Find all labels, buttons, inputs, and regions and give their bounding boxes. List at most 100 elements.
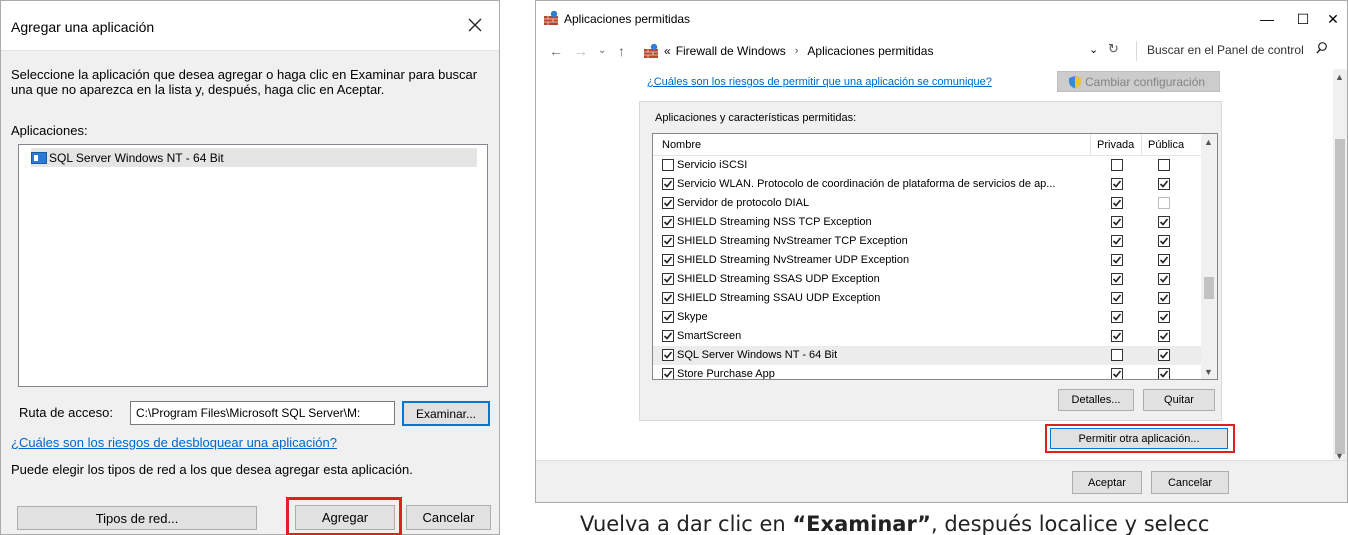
public-checkbox[interactable] bbox=[1158, 254, 1170, 266]
breadcrumb-firewall[interactable]: Firewall de Windows bbox=[676, 44, 786, 58]
enabled-checkbox[interactable] bbox=[662, 216, 674, 228]
private-checkbox[interactable] bbox=[1111, 368, 1123, 379]
enabled-checkbox[interactable] bbox=[662, 292, 674, 304]
ok-button[interactable]: Aceptar bbox=[1072, 471, 1142, 494]
public-checkbox[interactable] bbox=[1158, 349, 1170, 361]
private-checkbox[interactable] bbox=[1111, 254, 1123, 266]
public-checkbox[interactable] bbox=[1158, 216, 1170, 228]
scroll-up-icon[interactable]: ▲ bbox=[1204, 137, 1213, 147]
up-icon[interactable]: ↑ bbox=[618, 43, 625, 59]
breadcrumb-separator: › bbox=[794, 45, 799, 57]
enabled-checkbox[interactable] bbox=[662, 349, 674, 361]
column-name-header[interactable]: Nombre bbox=[662, 139, 701, 151]
enabled-checkbox[interactable] bbox=[662, 330, 674, 342]
cancel-button[interactable]: Cancelar bbox=[1151, 471, 1229, 494]
forward-icon[interactable]: → bbox=[574, 43, 588, 59]
table-row[interactable]: Store Purchase App bbox=[653, 365, 1203, 379]
address-dropdown-icon[interactable]: ⌄ bbox=[1089, 43, 1098, 56]
enabled-checkbox[interactable] bbox=[662, 197, 674, 209]
table-row[interactable]: SHIELD Streaming NvStreamer UDP Exceptio… bbox=[653, 251, 1203, 270]
table-row[interactable]: SHIELD Streaming NSS TCP Exception bbox=[653, 213, 1203, 232]
public-checkbox[interactable] bbox=[1158, 330, 1170, 342]
public-checkbox[interactable] bbox=[1158, 292, 1170, 304]
search-input[interactable]: Buscar en el Panel de control bbox=[1136, 41, 1336, 61]
change-settings-button[interactable]: Cambiar configuración bbox=[1057, 71, 1220, 92]
private-checkbox[interactable] bbox=[1111, 159, 1123, 171]
private-checkbox[interactable] bbox=[1111, 330, 1123, 342]
column-private-header[interactable]: Privada bbox=[1097, 139, 1134, 151]
add-button[interactable]: Agregar bbox=[295, 505, 395, 530]
breadcrumb-allowed-apps[interactable]: Aplicaciones permitidas bbox=[807, 44, 933, 58]
network-types-button[interactable]: Tipos de red... bbox=[17, 506, 257, 530]
close-window-icon[interactable]: ✕ bbox=[1323, 9, 1343, 29]
enabled-checkbox[interactable] bbox=[662, 178, 674, 190]
cancel-button[interactable]: Cancelar bbox=[406, 505, 491, 530]
apps-label: Aplicaciones: bbox=[11, 123, 88, 138]
table-row[interactable]: Servidor de protocolo DIAL bbox=[653, 194, 1203, 213]
private-checkbox[interactable] bbox=[1111, 349, 1123, 361]
dialog-instructions: Seleccione la aplicación que desea agreg… bbox=[11, 67, 478, 97]
table-row[interactable]: SQL Server Windows NT - 64 Bit bbox=[653, 346, 1203, 365]
table-row[interactable]: Servicio WLAN. Protocolo de coordinación… bbox=[653, 175, 1203, 194]
allowed-apps-window: Aplicaciones permitidas — ☐ ✕ ← → ⌄ ↑ « … bbox=[535, 0, 1348, 503]
public-checkbox[interactable] bbox=[1158, 235, 1170, 247]
public-checkbox[interactable] bbox=[1158, 368, 1170, 379]
public-checkbox[interactable] bbox=[1158, 311, 1170, 323]
risk-link[interactable]: ¿Cuáles son los riesgos de desbloquear u… bbox=[11, 435, 337, 450]
window-scrollbar[interactable]: ▲ ▼ bbox=[1333, 69, 1347, 461]
grid-scrollbar[interactable]: ▲ ▼ bbox=[1201, 134, 1217, 379]
risk-link[interactable]: ¿Cuáles son los riesgos de permitir que … bbox=[647, 76, 992, 88]
allow-another-app-button[interactable]: Permitir otra aplicación... bbox=[1050, 428, 1228, 449]
public-checkbox[interactable] bbox=[1158, 159, 1170, 171]
scroll-thumb[interactable] bbox=[1204, 277, 1214, 299]
private-checkbox[interactable] bbox=[1111, 273, 1123, 285]
recent-dropdown-icon[interactable]: ⌄ bbox=[598, 45, 606, 56]
back-icon[interactable]: ← bbox=[549, 43, 563, 59]
search-icon[interactable] bbox=[1316, 41, 1328, 55]
enabled-checkbox[interactable] bbox=[662, 159, 674, 171]
public-checkbox[interactable] bbox=[1158, 178, 1170, 190]
minimize-icon[interactable]: — bbox=[1257, 9, 1277, 29]
path-input[interactable]: C:\Program Files\Microsoft SQL Server\M: bbox=[130, 401, 395, 425]
enabled-checkbox[interactable] bbox=[662, 235, 674, 247]
group-label: Aplicaciones y características permitida… bbox=[655, 112, 857, 124]
scroll-thumb[interactable] bbox=[1335, 139, 1345, 454]
table-row[interactable]: SHIELD Streaming SSAS UDP Exception bbox=[653, 270, 1203, 289]
refresh-icon[interactable]: ↻ bbox=[1108, 41, 1119, 57]
browse-button[interactable]: Examinar... bbox=[402, 401, 490, 426]
private-checkbox[interactable] bbox=[1111, 292, 1123, 304]
public-checkbox[interactable] bbox=[1158, 273, 1170, 285]
shield-icon bbox=[1069, 75, 1081, 88]
private-checkbox[interactable] bbox=[1111, 216, 1123, 228]
scroll-down-icon[interactable]: ▼ bbox=[1204, 367, 1213, 377]
scroll-up-icon[interactable]: ▲ bbox=[1335, 72, 1344, 82]
enabled-checkbox[interactable] bbox=[662, 368, 674, 379]
enabled-checkbox[interactable] bbox=[662, 311, 674, 323]
grid-rows: Servicio iSCSI Servicio WLAN. Protocolo d… bbox=[653, 156, 1203, 379]
window-titlebar: Aplicaciones permitidas — ☐ ✕ bbox=[536, 1, 1347, 35]
enabled-checkbox[interactable] bbox=[662, 254, 674, 266]
private-checkbox[interactable] bbox=[1111, 178, 1123, 190]
table-row[interactable]: SmartScreen bbox=[653, 327, 1203, 346]
table-row[interactable]: SHIELD Streaming SSAU UDP Exception bbox=[653, 289, 1203, 308]
allowed-apps-group: Aplicaciones y características permitida… bbox=[639, 101, 1222, 421]
remove-button[interactable]: Quitar bbox=[1143, 389, 1215, 411]
breadcrumb[interactable]: « Firewall de Windows › Aplicaciones per… bbox=[643, 43, 933, 59]
private-checkbox[interactable] bbox=[1111, 235, 1123, 247]
document-text: Vuelva a dar clic en “Examinar”, después… bbox=[580, 512, 1209, 535]
private-checkbox[interactable] bbox=[1111, 311, 1123, 323]
table-row[interactable]: Servicio iSCSI bbox=[653, 156, 1203, 175]
close-icon[interactable] bbox=[463, 13, 487, 37]
table-row[interactable]: SHIELD Streaming NvStreamer TCP Exceptio… bbox=[653, 232, 1203, 251]
details-button[interactable]: Detalles... bbox=[1058, 389, 1134, 411]
breadcrumb-prefix: « bbox=[664, 44, 671, 58]
maximize-icon[interactable]: ☐ bbox=[1293, 9, 1313, 29]
apps-listbox[interactable]: SQL Server Windows NT - 64 Bit bbox=[18, 144, 488, 387]
enabled-checkbox[interactable] bbox=[662, 273, 674, 285]
column-public-header[interactable]: Pública bbox=[1148, 139, 1184, 151]
allowed-apps-grid: Nombre Privada Pública Servicio iSCSI Ser… bbox=[652, 133, 1218, 380]
table-row[interactable]: Skype bbox=[653, 308, 1203, 327]
list-item[interactable]: SQL Server Windows NT - 64 Bit bbox=[31, 148, 477, 167]
private-checkbox[interactable] bbox=[1111, 197, 1123, 209]
public-checkbox[interactable] bbox=[1158, 197, 1170, 209]
